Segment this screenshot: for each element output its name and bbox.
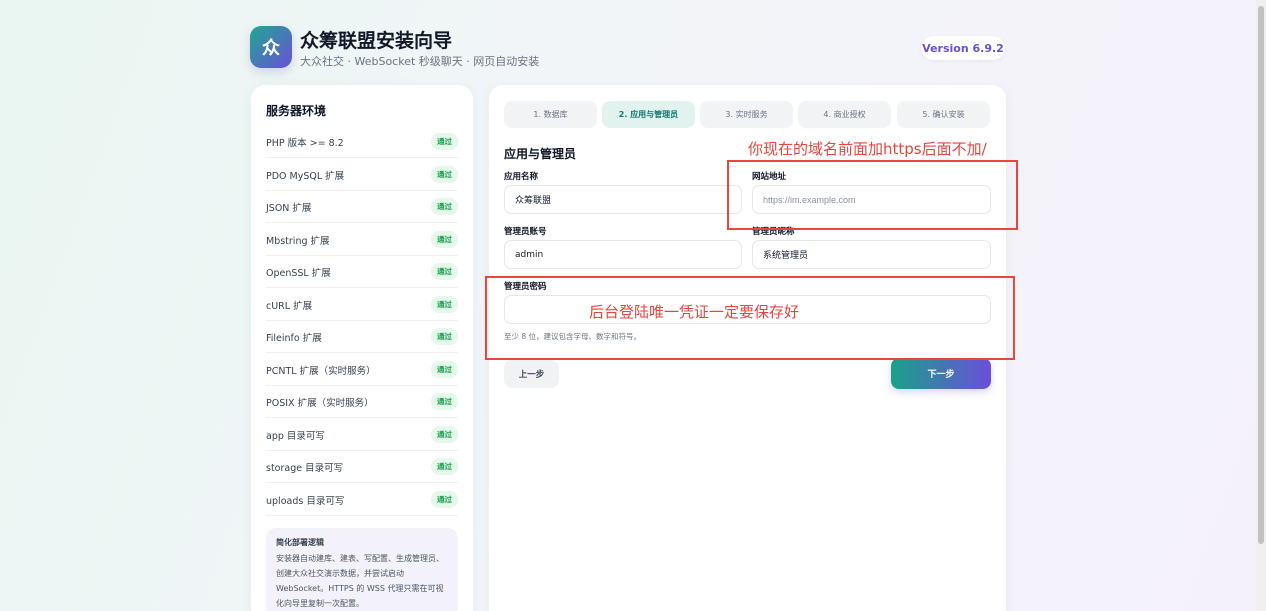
env-item-curl: cURL 扩展 通过	[266, 289, 458, 321]
pass-badge: 通过	[431, 491, 458, 508]
site-url-annotation-box	[727, 160, 1018, 230]
next-step-button[interactable]: 下一步	[891, 358, 991, 389]
panel-title: 服务器环境	[266, 104, 327, 118]
env-label: Mbstring 扩展	[266, 235, 330, 247]
env-item-openssl: OpenSSL 扩展 通过	[266, 256, 458, 288]
env-item-pcntl: PCNTL 扩展（实时服务） 通过	[266, 354, 458, 386]
admin-nickname-input[interactable]: 系统管理员	[752, 240, 991, 269]
deploy-note: 简化部署逻辑 安装器自动建库、建表、写配置、生成管理员、创建大众社交演示数据，并…	[266, 528, 458, 611]
pass-badge: 通过	[431, 426, 458, 443]
pass-badge: 通过	[431, 393, 458, 410]
admin-account-label: 管理员账号	[504, 227, 547, 237]
pass-badge: 通过	[431, 166, 458, 183]
env-item-posix: POSIX 扩展（实时服务） 通过	[266, 386, 458, 418]
env-item-json: JSON 扩展 通过	[266, 191, 458, 223]
env-label: JSON 扩展	[266, 202, 312, 214]
env-item-fileinfo: Fileinfo 扩展 通过	[266, 321, 458, 353]
env-item-mbstring: Mbstring 扩展 通过	[266, 224, 458, 256]
env-label: cURL 扩展	[266, 300, 313, 312]
pass-badge: 通过	[431, 361, 458, 378]
note-title: 简化部署逻辑	[276, 538, 324, 547]
env-label: PCNTL 扩展（实时服务）	[266, 365, 376, 377]
prev-step-button[interactable]: 上一步	[504, 360, 559, 388]
env-item-app-dir: app 目录可写 通过	[266, 419, 458, 451]
env-label: PHP 版本 >= 8.2	[266, 137, 344, 149]
env-label: POSIX 扩展（实时服务）	[266, 397, 374, 409]
env-label: Fileinfo 扩展	[266, 332, 322, 344]
admin-account-input[interactable]: admin	[504, 240, 742, 269]
pass-badge: 通过	[431, 458, 458, 475]
pass-badge: 通过	[431, 231, 458, 248]
app-subtitle: 大众社交 · WebSocket 秒级聊天 · 网页自动安装	[300, 55, 540, 68]
scrollbar-thumb[interactable]	[1258, 6, 1264, 544]
env-label: uploads 目录可写	[266, 495, 345, 507]
env-item-php: PHP 版本 >= 8.2 通过	[266, 126, 458, 158]
tab-commercial-license[interactable]: 4. 商业授权	[798, 101, 891, 128]
tab-database[interactable]: 1. 数据库	[504, 101, 597, 128]
section-title: 应用与管理员	[504, 147, 577, 161]
pass-badge: 通过	[431, 296, 458, 313]
app-title: 众筹联盟安装向导	[300, 30, 453, 52]
pass-badge: 通过	[431, 198, 458, 215]
page-scrollbar[interactable]	[1256, 0, 1266, 611]
tab-realtime-service[interactable]: 3. 实时服务	[700, 101, 793, 128]
env-label: OpenSSL 扩展	[266, 267, 331, 279]
password-annotation-text: 后台登陆唯一凭证一定要保存好	[589, 303, 800, 321]
env-item-pdo-mysql: PDO MySQL 扩展 通过	[266, 159, 458, 191]
env-label: storage 目录可写	[266, 462, 344, 474]
tab-app-admin[interactable]: 2. 应用与管理员	[602, 101, 695, 128]
env-label: app 目录可写	[266, 430, 325, 442]
version-badge: Version 6.9.2	[921, 36, 1005, 60]
tab-confirm-install[interactable]: 5. 确认安装	[897, 101, 990, 128]
env-item-uploads-dir: uploads 目录可写 通过	[266, 484, 458, 516]
pass-badge: 通过	[431, 263, 458, 280]
app-name-input[interactable]: 众筹联盟	[504, 185, 742, 214]
pass-badge: 通过	[431, 133, 458, 150]
app-name-label: 应用名称	[504, 172, 539, 182]
server-environment-panel: 服务器环境 PHP 版本 >= 8.2 通过 PDO MySQL 扩展 通过 J…	[251, 85, 473, 611]
env-item-storage-dir: storage 目录可写 通过	[266, 451, 458, 483]
pass-badge: 通过	[431, 328, 458, 345]
note-body: 安装器自动建库、建表、写配置、生成管理员、创建大众社交演示数据，并尝试启动 We…	[276, 554, 444, 608]
env-label: PDO MySQL 扩展	[266, 170, 345, 182]
site-url-annotation-text: 你现在的域名前面加https后面不加/	[748, 140, 987, 158]
app-logo: 众	[250, 26, 292, 68]
